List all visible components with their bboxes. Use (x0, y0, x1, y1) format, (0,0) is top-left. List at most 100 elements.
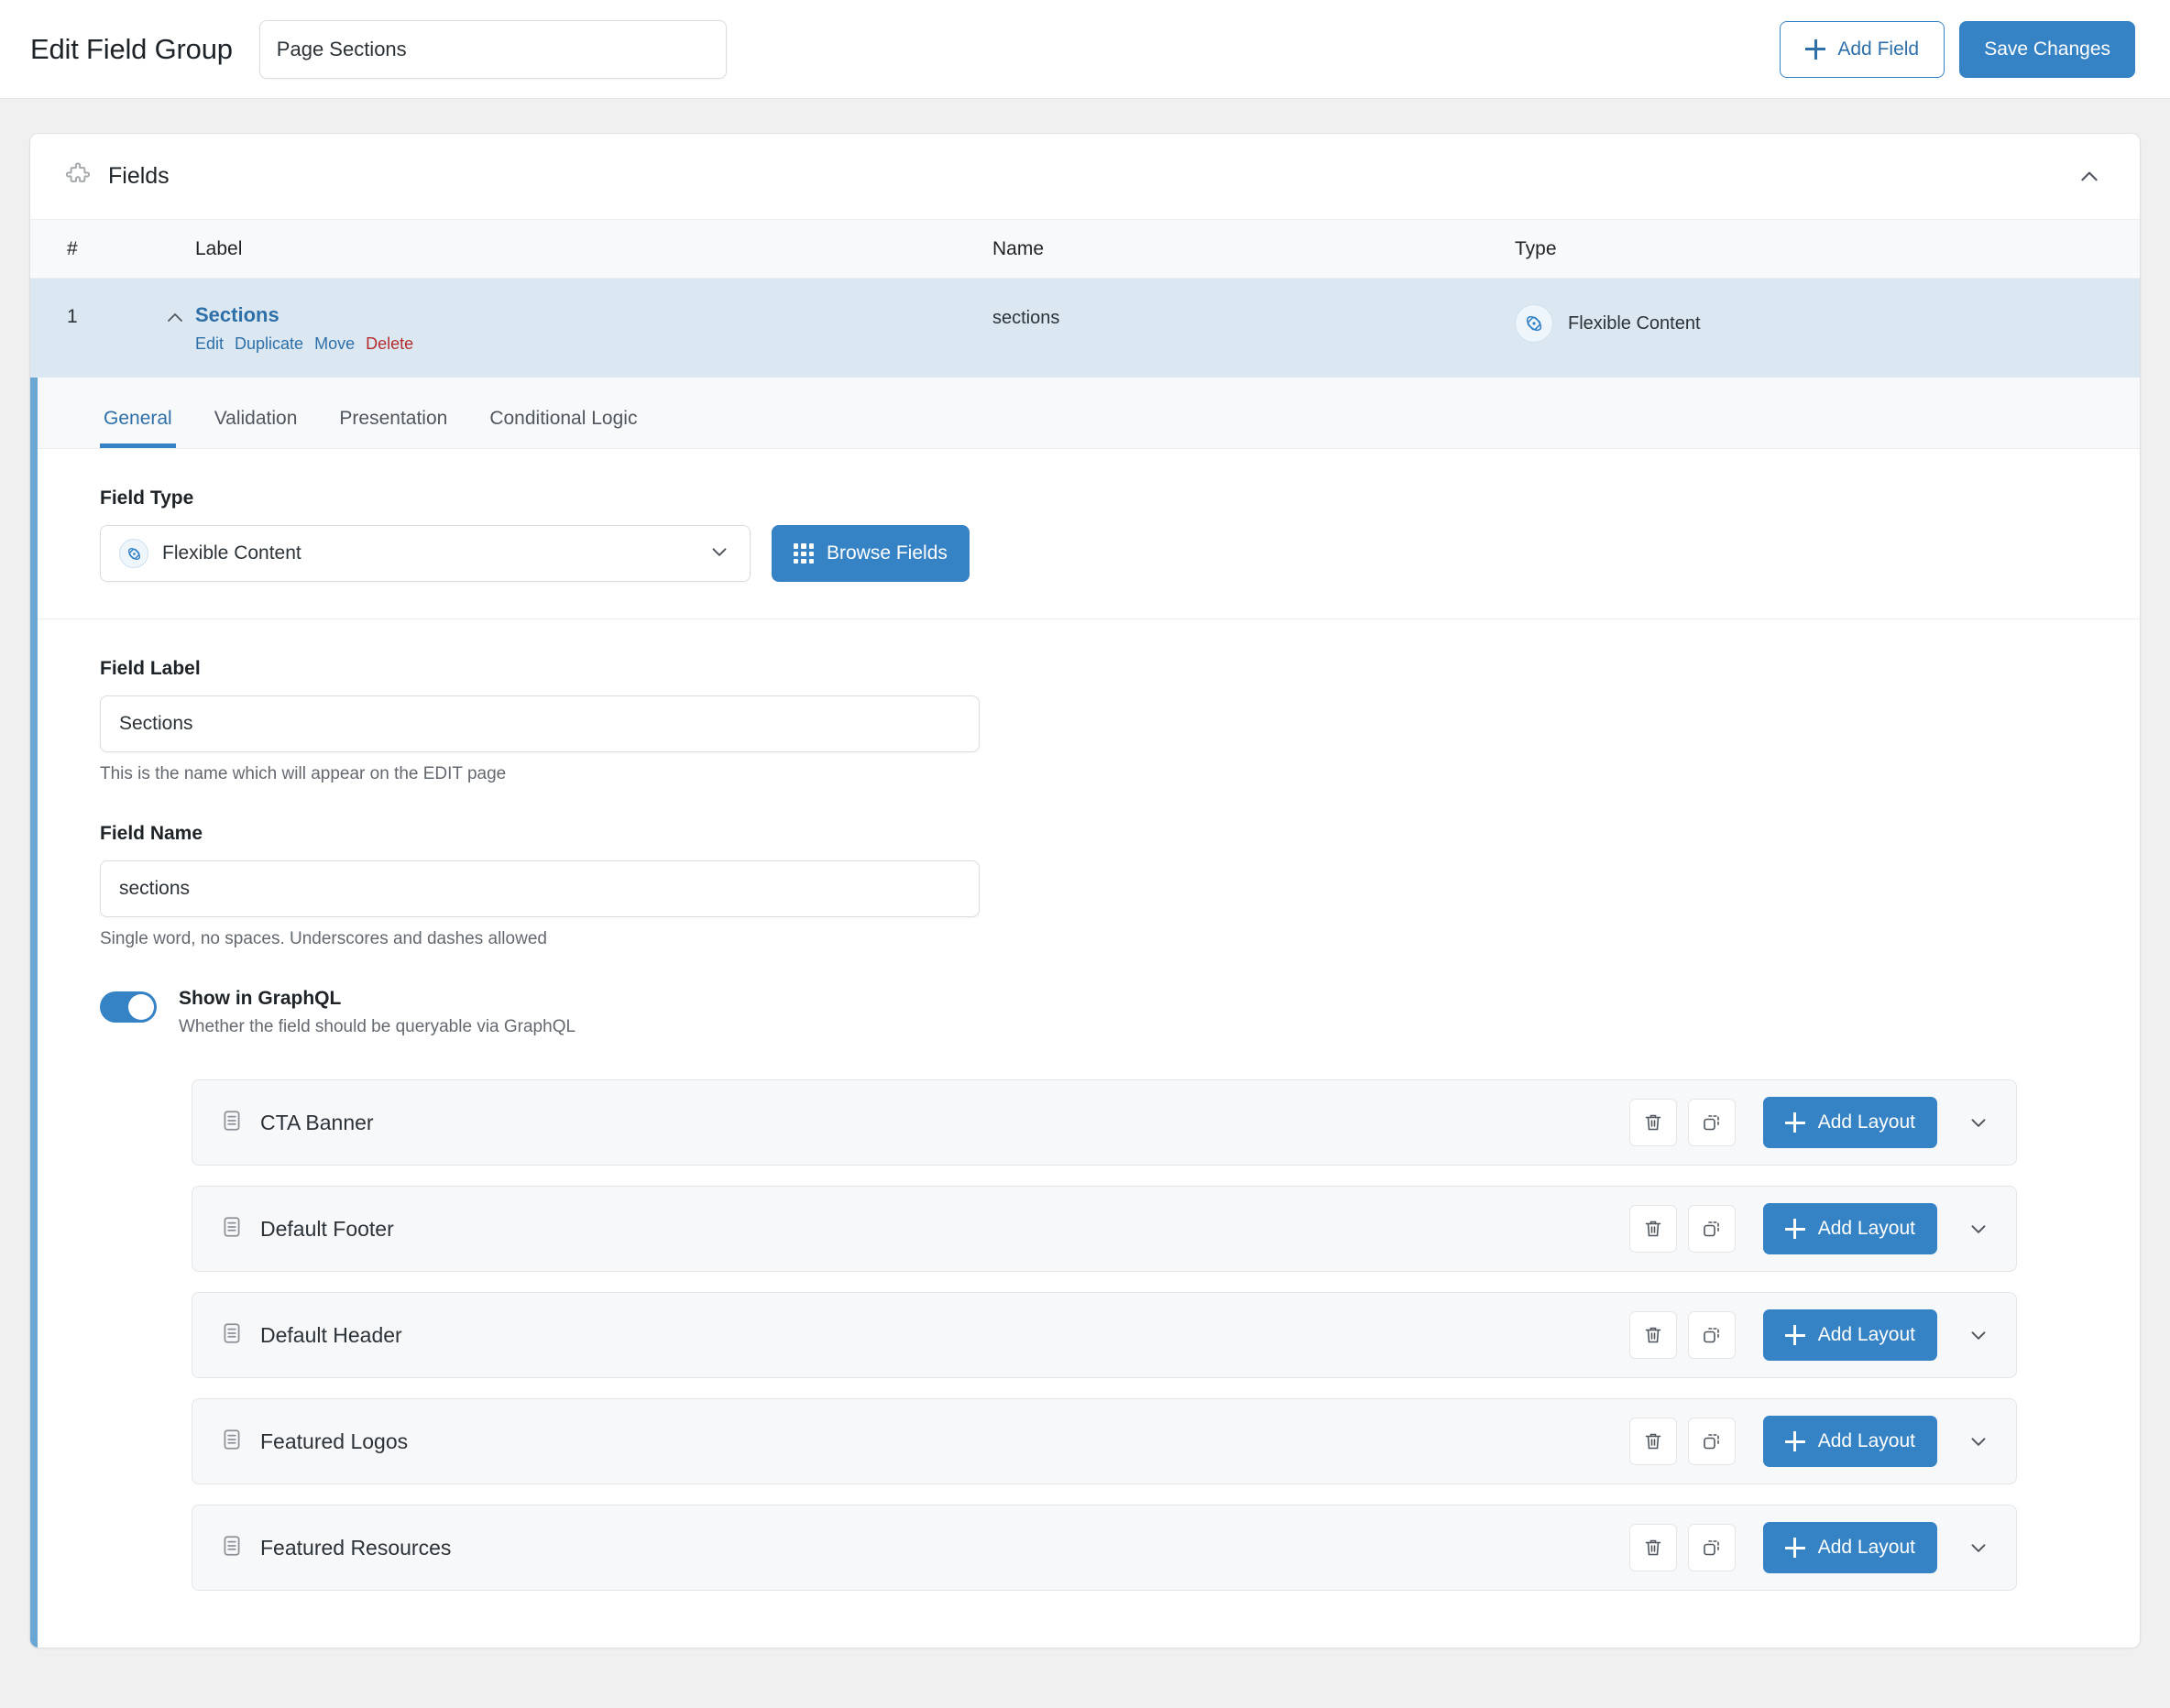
field-group-title-input[interactable] (258, 19, 727, 79)
add-layout-label: Add Layout (1817, 1430, 1915, 1452)
field-settings-panel: General Validation Presentation Conditio… (30, 378, 2140, 1648)
fields-card-title: Fields (108, 163, 170, 189)
list-item[interactable]: Default Header Add Layout (192, 1292, 2017, 1379)
layout-document-icon (220, 1534, 244, 1562)
column-header-label: Label (195, 237, 243, 259)
row-field-name: sections (992, 308, 1060, 328)
field-name-help: Single word, no spaces. Underscores and … (100, 929, 547, 949)
duplicate-layout-button[interactable] (1687, 1418, 1736, 1466)
add-layout-label: Add Layout (1817, 1218, 1915, 1240)
browse-fields-button[interactable]: Browse Fields (772, 525, 970, 583)
row-action-move[interactable]: Move (314, 334, 355, 354)
row-label-link[interactable]: Sections (195, 303, 413, 326)
column-header-type: Type (1515, 237, 1557, 259)
column-header-num: # (67, 237, 78, 259)
layout-document-icon (220, 1321, 244, 1350)
plus-icon (1784, 1219, 1805, 1240)
expand-layout-chevron-down-icon[interactable] (1954, 1204, 2003, 1254)
plus-icon (1784, 1325, 1805, 1346)
layout-actions: Add Layout (1628, 1097, 2003, 1149)
puzzle-piece-icon (65, 160, 93, 192)
list-item[interactable]: Default Footer Add Layout (192, 1186, 2017, 1273)
list-item[interactable]: Featured Resources Add Layout (192, 1505, 2017, 1592)
graphql-setting: Show in GraphQL Whether the field should… (100, 988, 2140, 1037)
show-in-graphql-toggle[interactable] (100, 991, 157, 1024)
tab-presentation[interactable]: Presentation (335, 408, 451, 448)
field-label-label: Field Label (100, 658, 201, 680)
field-label-input[interactable] (100, 695, 980, 753)
layout-actions: Add Layout (1628, 1522, 2003, 1574)
add-layout-button[interactable]: Add Layout (1762, 1522, 1937, 1574)
layout-name: Featured Resources (260, 1535, 452, 1560)
row-number: 1 (67, 306, 78, 327)
field-type-value: Flexible Content (162, 542, 301, 564)
duplicate-layout-button[interactable] (1687, 1205, 1736, 1254)
save-changes-button[interactable]: Save Changes (1959, 20, 2135, 78)
chevron-down-icon (707, 540, 731, 568)
layout-document-icon (220, 1215, 244, 1243)
field-type-label: Field Type (100, 487, 194, 509)
page-body: Fields # Label Name Type 1 Sections Edit… (0, 99, 2170, 1649)
list-item[interactable]: CTA Banner Add Layout (192, 1079, 2017, 1166)
layout-name: Featured Logos (260, 1429, 409, 1453)
graphql-description: Whether the field should be queryable vi… (179, 1017, 576, 1037)
field-label-group: Field Label This is the name which will … (100, 658, 2140, 784)
toggle-knob (128, 994, 154, 1021)
add-field-button[interactable]: Add Field (1780, 20, 1945, 78)
layout-name: CTA Banner (260, 1110, 374, 1134)
layout-actions: Add Layout (1628, 1203, 2003, 1255)
graphql-title: Show in GraphQL (179, 988, 342, 1010)
expand-layout-chevron-down-icon[interactable] (1954, 1523, 2003, 1572)
column-header-name: Name (992, 237, 1045, 259)
flexible-content-icon (119, 539, 148, 569)
delete-layout-button[interactable] (1628, 1311, 1677, 1360)
add-field-label: Add Field (1837, 38, 1920, 60)
duplicate-layout-button[interactable] (1687, 1311, 1736, 1360)
panel-accent-bar (30, 378, 38, 1648)
delete-layout-button[interactable] (1628, 1099, 1677, 1147)
duplicate-layout-button[interactable] (1687, 1099, 1736, 1147)
add-layout-label: Add Layout (1817, 1537, 1915, 1559)
field-name-group: Field Name Single word, no spaces. Under… (100, 823, 2140, 949)
plus-icon (1784, 1112, 1805, 1133)
add-layout-label: Add Layout (1817, 1111, 1915, 1133)
layout-document-icon (220, 1428, 244, 1456)
expand-layout-chevron-down-icon[interactable] (1954, 1310, 2003, 1360)
save-changes-label: Save Changes (1984, 38, 2110, 60)
field-name-input[interactable] (100, 860, 980, 918)
row-action-links: Edit Duplicate Move Delete (195, 334, 413, 354)
layout-name: Default Footer (260, 1216, 394, 1241)
field-type-select[interactable]: Flexible Content (100, 525, 751, 583)
field-name-label: Field Name (100, 823, 203, 845)
tab-general[interactable]: General (100, 408, 176, 449)
chevron-up-icon[interactable] (2068, 156, 2110, 198)
layout-actions: Add Layout (1628, 1309, 2003, 1362)
row-action-delete[interactable]: Delete (366, 334, 413, 354)
expand-layout-chevron-down-icon[interactable] (1954, 1417, 2003, 1466)
add-layout-button[interactable]: Add Layout (1762, 1097, 1937, 1149)
add-layout-button[interactable]: Add Layout (1762, 1203, 1937, 1255)
table-row[interactable]: 1 Sections Edit Duplicate Move Delete se… (30, 279, 2140, 378)
page-title: Edit Field Group (30, 32, 233, 65)
tab-conditional-logic[interactable]: Conditional Logic (486, 408, 641, 448)
list-item[interactable]: Featured Logos Add Layout (192, 1398, 2017, 1485)
add-layout-label: Add Layout (1817, 1324, 1915, 1346)
top-bar: Edit Field Group Add Field Save Changes (0, 0, 2170, 99)
plus-icon (1784, 1431, 1805, 1452)
expand-layout-chevron-down-icon[interactable] (1954, 1098, 2003, 1147)
delete-layout-button[interactable] (1628, 1205, 1677, 1254)
add-layout-button[interactable]: Add Layout (1762, 1309, 1937, 1362)
fields-card: Fields # Label Name Type 1 Sections Edit… (29, 133, 2141, 1649)
plus-icon (1805, 38, 1826, 60)
add-layout-button[interactable]: Add Layout (1762, 1416, 1937, 1468)
tab-validation[interactable]: Validation (211, 408, 301, 448)
layout-document-icon (220, 1109, 244, 1137)
row-action-duplicate[interactable]: Duplicate (235, 334, 303, 354)
delete-layout-button[interactable] (1628, 1418, 1677, 1466)
delete-layout-button[interactable] (1628, 1524, 1677, 1572)
top-bar-actions: Add Field Save Changes (1780, 20, 2135, 78)
duplicate-layout-button[interactable] (1687, 1524, 1736, 1572)
row-collapse-chevron-up-icon[interactable] (104, 304, 195, 354)
layout-actions: Add Layout (1628, 1416, 2003, 1468)
row-action-edit[interactable]: Edit (195, 334, 224, 354)
